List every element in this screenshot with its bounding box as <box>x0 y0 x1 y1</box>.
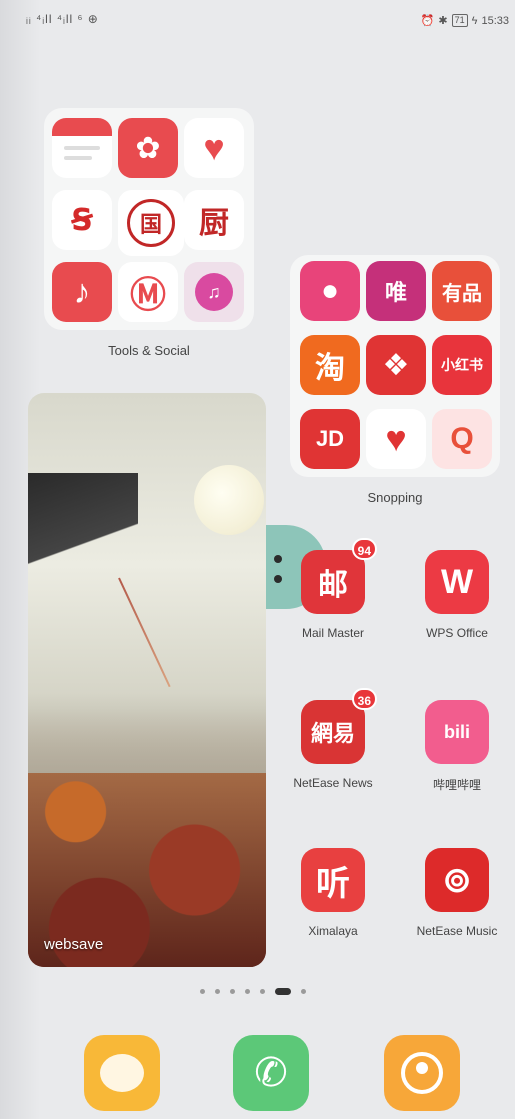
app-netease-music[interactable]: ⊚ NetEase Music <box>402 848 512 938</box>
wps-office-icon: W <box>425 550 489 614</box>
folder-shopping[interactable]: ● 唯 有品 淘 ❖ 小红书 JD ♥ Q <box>290 255 500 477</box>
app-youpin-icon[interactable]: 有品 <box>432 261 492 321</box>
battery-indicator: 71 <box>451 14 468 27</box>
page-dot[interactable] <box>230 989 235 994</box>
mail-master-icon: 邮 94 <box>301 538 377 614</box>
kite-illustration <box>118 577 171 688</box>
netease-music-icon: ⊚ <box>425 848 489 912</box>
moon-illustration <box>194 465 264 535</box>
app-netease-news[interactable]: 網易 36 NetEase News <box>278 688 388 790</box>
app-health-icon[interactable]: ♥ <box>184 118 244 178</box>
bilibili-icon: bili <box>425 700 489 764</box>
app-music-note-icon[interactable]: ♪ <box>52 262 112 322</box>
page-dot[interactable] <box>200 989 205 994</box>
app-label: Ximalaya <box>308 924 358 938</box>
hills-illustration <box>28 693 266 783</box>
app-notes-icon[interactable] <box>52 118 112 178</box>
app-pdd-q-icon[interactable]: Q <box>432 409 492 469</box>
pagoda-roof-illustration <box>28 473 138 583</box>
app-mushroom-icon[interactable]: ● <box>300 261 360 321</box>
page-dot[interactable] <box>245 989 250 994</box>
app-label: Mail Master <box>301 626 364 640</box>
app-kitchen-icon[interactable]: 厨 <box>184 190 244 250</box>
app-ximalaya[interactable]: 听 Ximalaya <box>278 848 388 938</box>
app-label: NetEase Music <box>416 924 498 938</box>
app-bilibili[interactable]: bili 哔哩哔哩 <box>402 700 512 793</box>
widget-label: websave <box>44 936 104 953</box>
charging-icon: ϟ <box>471 14 478 27</box>
app-music-box-icon[interactable]: ♫ <box>184 262 244 322</box>
app-wps-office[interactable]: W WPS Office <box>402 550 512 640</box>
status-right: ⏰ ✱ 71 ϟ 15:33 <box>421 14 509 27</box>
clock: 15:33 <box>481 14 509 27</box>
app-mail-master[interactable]: 邮 94 Mail Master <box>278 538 388 640</box>
app-pinduoduo-icon[interactable]: ♥ <box>366 409 426 469</box>
app-jd-icon[interactable]: JD <box>300 409 360 469</box>
page-dot[interactable] <box>215 989 220 994</box>
app-taobao-icon[interactable]: 淘 <box>300 335 360 395</box>
app-vip-icon[interactable]: 唯 <box>366 261 426 321</box>
page-dot[interactable] <box>260 989 265 994</box>
page-indicator[interactable] <box>200 988 306 995</box>
folder-tools-label: Tools & Social <box>108 343 190 358</box>
dock-messages-icon[interactable] <box>84 1035 160 1111</box>
netease-news-icon: 網易 36 <box>301 688 377 764</box>
page-dot-active[interactable] <box>275 988 291 995</box>
app-lotus-icon[interactable]: ✿ <box>118 118 178 178</box>
app-metro-icon[interactable]: Ⓜ <box>118 262 178 322</box>
signal-indicators: ᵢᵢ ⁴ᵢll ⁴ᵢll ⁶ ⊕ <box>26 12 99 26</box>
ximalaya-icon: 听 <box>301 848 365 912</box>
folder-shopping-label: Snopping <box>367 490 423 505</box>
dock-phone-icon[interactable]: ✆ <box>233 1035 309 1111</box>
status-bar: ᵢᵢ ⁴ᵢll ⁴ᵢll ⁶ ⊕ ⏰ ✱ 71 ϟ 15:33 <box>0 0 515 40</box>
app-pattern-icon[interactable]: ❖ <box>366 335 426 395</box>
app-label: NetEase News <box>293 776 373 790</box>
notification-badge: 36 <box>351 688 377 710</box>
app-bank-a-icon[interactable]: Ꞩ <box>52 190 112 250</box>
alarm-icon: ⏰ <box>420 15 435 27</box>
folder-tools-social[interactable]: ✿ ♥ Ꞩ 国 厨 ♪ Ⓜ ♫ <box>44 108 254 330</box>
dock-contacts-icon[interactable] <box>384 1035 460 1111</box>
page-dot[interactable] <box>301 989 306 994</box>
app-bank-b-icon[interactable]: 国 <box>118 190 184 256</box>
app-label: 哔哩哔哩 <box>432 778 481 792</box>
app-xiaohongshu-icon[interactable]: 小红书 <box>432 335 492 395</box>
notification-badge: 94 <box>351 538 377 560</box>
photo-widget[interactable]: websave <box>28 393 266 967</box>
bluetooth-icon: ✱ <box>438 15 448 27</box>
app-label: WPS Office <box>426 626 488 640</box>
